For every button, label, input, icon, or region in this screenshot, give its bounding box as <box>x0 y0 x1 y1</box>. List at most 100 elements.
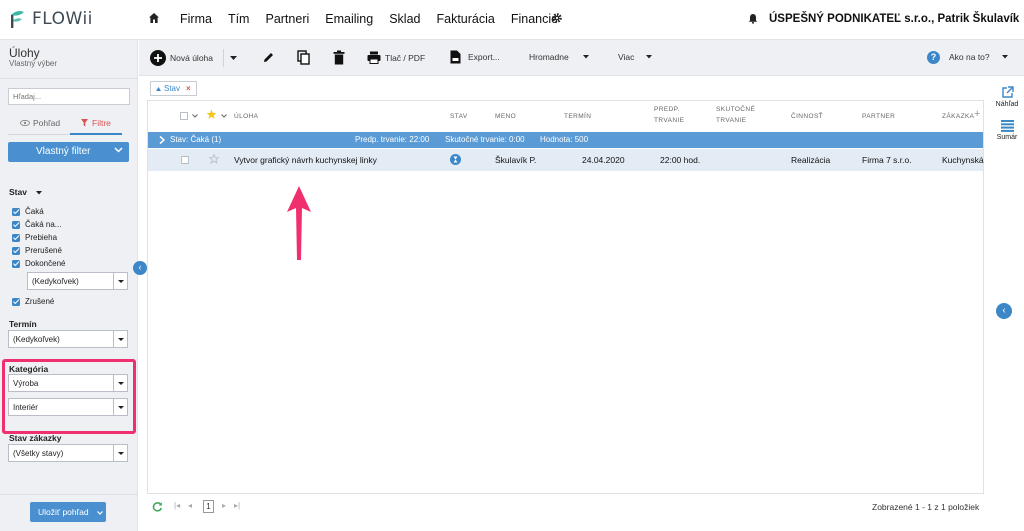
more-dropdown[interactable]: Viac <box>618 52 656 62</box>
copy-icon[interactable] <box>297 50 310 65</box>
status-option-prebieha[interactable]: Prebieha <box>12 233 57 242</box>
list-icon <box>1000 120 1014 132</box>
grid-footer: |◂ ◂ 1 ▸ ▸| Zobrazené 1 - 1 z 1 položiek <box>147 497 984 517</box>
refresh-icon[interactable] <box>152 501 163 512</box>
checkbox[interactable] <box>12 246 20 255</box>
column-header-status[interactable]: STAV <box>450 111 468 122</box>
new-task-label: Nová úloha <box>170 53 214 63</box>
checkbox-label: Prerušené <box>25 246 62 255</box>
collapse-right-panel-button[interactable]: ‹ <box>996 303 1012 319</box>
printer-icon <box>367 51 381 64</box>
group-row-status-waiting[interactable]: Stav: Čaká (1) Predp. trvanie: 22:00 Sku… <box>148 132 983 148</box>
star-outline-icon[interactable] <box>209 154 219 164</box>
chevron-down-icon[interactable] <box>221 114 227 118</box>
dropdown-arrow-icon[interactable] <box>113 331 127 347</box>
checkbox[interactable] <box>12 233 20 242</box>
tab-view-label: Pohľad <box>33 118 61 128</box>
prev-page-icon[interactable]: ◂ <box>188 501 192 510</box>
bell-icon[interactable] <box>748 13 758 24</box>
nav-item-tim[interactable]: Tím <box>228 12 250 26</box>
toolbar-separator <box>223 49 224 67</box>
column-header-planned-duration[interactable]: PREDP. TRVANIE <box>654 104 684 126</box>
nav-item-sklad[interactable]: Sklad <box>389 12 420 26</box>
status-option-caka-na[interactable]: Čaká na... <box>12 220 61 229</box>
status-option-caka[interactable]: Čaká <box>12 207 44 216</box>
nav-item-fakturacia[interactable]: Fakturácia <box>436 12 494 26</box>
order-status-select[interactable]: (Všetky stavy) <box>8 444 128 462</box>
tab-filters[interactable]: Filtre <box>81 118 111 128</box>
select-value: (Kedykoľvek) <box>32 277 79 286</box>
column-header-partner[interactable]: PARTNER <box>862 111 895 122</box>
remove-chip-icon[interactable]: × <box>186 84 191 93</box>
gear-icon[interactable] <box>551 12 563 24</box>
divider <box>0 78 138 79</box>
category-select-2[interactable]: Interiér <box>8 398 128 416</box>
more-label: Viac <box>618 52 635 62</box>
flowii-logo[interactable]: FLOWii <box>9 8 93 30</box>
nav-item-partneri[interactable]: Partneri <box>265 12 309 26</box>
dropdown-arrow-icon[interactable] <box>113 273 127 289</box>
status-option-zrusene[interactable]: Zrušené <box>12 297 54 306</box>
column-header-name[interactable]: MENO <box>495 111 516 122</box>
row-checkbox[interactable] <box>181 156 189 164</box>
nav-item-emailing[interactable]: Emailing <box>325 12 373 26</box>
first-page-icon[interactable]: |◂ <box>174 501 180 510</box>
export-button[interactable]: Export... <box>450 50 500 64</box>
company-user-name[interactable]: ÚSPEŠNÝ PODNIKATEĽ s.r.o., Patrik Škulav… <box>769 13 1019 25</box>
new-task-button[interactable]: Nová úloha <box>150 50 213 66</box>
column-header-task[interactable]: ÚLOHA <box>234 111 258 122</box>
preview-button[interactable]: Náhľad <box>990 86 1024 108</box>
dropdown-arrow-icon[interactable] <box>113 445 127 461</box>
custom-filter-dropdown[interactable]: Vlastný filter <box>8 142 129 162</box>
new-task-dropdown-icon[interactable] <box>230 56 237 60</box>
page-number-input[interactable]: 1 <box>203 500 214 513</box>
column-header-activity[interactable]: ČINNOSŤ <box>791 111 823 122</box>
column-header-deadline[interactable]: TERMÍN <box>564 111 591 122</box>
deadline-select[interactable]: (Kedykoľvek) <box>8 330 128 348</box>
category-select-1[interactable]: Výroba <box>8 374 128 392</box>
collapse-sidebar-button[interactable]: ‹ <box>133 261 147 275</box>
next-page-icon[interactable]: ▸ <box>222 501 226 510</box>
last-page-icon[interactable]: ▸| <box>234 501 240 510</box>
flowii-leaf-icon <box>11 11 24 28</box>
preview-label: Náhľad <box>995 101 1019 108</box>
bulk-actions-dropdown[interactable]: Hromadne <box>529 52 593 62</box>
checkbox[interactable] <box>12 297 20 306</box>
select-all-checkbox[interactable] <box>180 112 188 120</box>
brand-name: FLOWii <box>32 9 93 29</box>
table-row[interactable]: Vytvor grafický návrh kuchynskej linky Š… <box>148 149 984 171</box>
cell-task[interactable]: Vytvor grafický návrh kuchynskej linky <box>234 155 377 165</box>
trash-icon[interactable] <box>333 50 345 65</box>
select-value: Výroba <box>13 379 39 388</box>
nav-item-firma[interactable]: Firma <box>180 12 212 26</box>
column-header-order[interactable]: ZÁKAZKA <box>942 111 974 122</box>
home-icon[interactable] <box>148 12 160 24</box>
edit-pencil-icon[interactable] <box>262 51 275 64</box>
checkbox-label: Čaká <box>25 207 44 216</box>
status-grouping-chip[interactable]: Stav × <box>150 81 197 96</box>
status-date-select[interactable]: (Kedykoľvek) <box>27 272 128 290</box>
dropdown-arrow-icon[interactable] <box>113 375 127 391</box>
dropdown-arrow-icon[interactable] <box>113 399 127 415</box>
status-option-prerusene[interactable]: Prerušené <box>12 246 62 255</box>
checkbox[interactable] <box>12 259 20 268</box>
search-input[interactable] <box>8 88 130 105</box>
print-pdf-button[interactable]: Tlač / PDF <box>367 51 425 64</box>
checkbox[interactable] <box>12 207 20 216</box>
save-view-button[interactable]: Uložiť pohľad <box>30 502 106 522</box>
summary-button[interactable]: Sumár <box>990 120 1024 141</box>
help-dropdown[interactable]: Ako na to? <box>949 52 1012 62</box>
status-option-dokoncene[interactable]: Dokončené <box>12 259 65 268</box>
caret-down-icon[interactable] <box>36 191 43 195</box>
tab-view[interactable]: Pohľad <box>20 118 60 128</box>
add-column-icon[interactable]: + <box>974 108 980 120</box>
column-header-actual-duration[interactable]: SKUTOČNÉ TRVANIE <box>716 104 755 126</box>
star-icon[interactable] <box>206 109 217 120</box>
chevron-down-icon[interactable] <box>192 114 198 118</box>
checkbox-label: Dokončené <box>25 259 66 268</box>
checkbox[interactable] <box>12 220 20 229</box>
checkbox-label: Čaká na... <box>25 220 62 229</box>
chevron-right-icon[interactable] <box>159 136 165 144</box>
help-icon[interactable]: ? <box>927 51 940 64</box>
cell-deadline: 24.04.2020 <box>582 155 625 165</box>
